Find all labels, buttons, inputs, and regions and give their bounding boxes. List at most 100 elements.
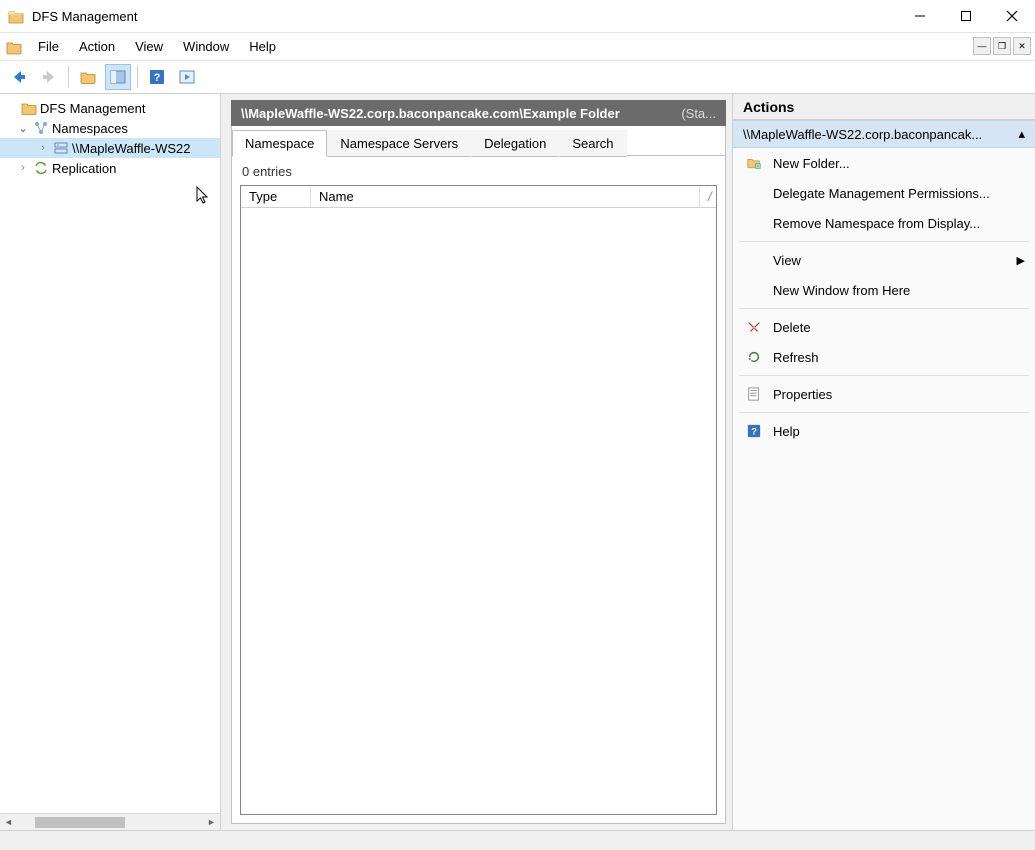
- action-separator: [739, 375, 1029, 376]
- mdi-controls: — ❐ ✕: [973, 37, 1031, 55]
- window-title: DFS Management: [32, 9, 897, 24]
- menu-file[interactable]: File: [28, 35, 69, 58]
- scroll-left-icon[interactable]: ◄: [0, 814, 17, 831]
- tree-node-label: Namespaces: [52, 121, 128, 136]
- column-name[interactable]: Name: [311, 186, 700, 207]
- mdi-minimize-button[interactable]: —: [973, 37, 991, 55]
- tab-search[interactable]: Search: [559, 130, 626, 157]
- refresh-icon: [745, 348, 763, 366]
- app-folder-icon-small: [6, 39, 22, 55]
- tree-node-label: Replication: [52, 161, 116, 176]
- action-remove-namespace[interactable]: Remove Namespace from Display...: [733, 208, 1035, 238]
- action-label: New Window from Here: [773, 283, 910, 298]
- list-header: Type Name /: [241, 186, 716, 208]
- new-folder-icon: [745, 154, 763, 172]
- entries-count-label: 0 entries: [242, 164, 717, 179]
- action-label: Delegate Management Permissions...: [773, 186, 990, 201]
- menu-window[interactable]: Window: [173, 35, 239, 58]
- tree-node-label: \\MapleWaffle-WS22: [72, 141, 191, 156]
- menu-view[interactable]: View: [125, 35, 173, 58]
- action-delegate[interactable]: Delegate Management Permissions...: [733, 178, 1035, 208]
- action-refresh[interactable]: Refresh: [733, 342, 1035, 372]
- action-separator: [739, 241, 1029, 242]
- collapse-icon[interactable]: ⌄: [16, 122, 30, 135]
- namespaces-icon: [33, 120, 49, 136]
- main-area: DFS Management ⌄ Namespaces › \\MapleWaf…: [0, 94, 1035, 830]
- status-bar: [0, 830, 1035, 850]
- dfs-root-icon: [21, 100, 37, 116]
- column-filler: /: [700, 186, 716, 207]
- delete-icon: [745, 318, 763, 336]
- tree-node-label: DFS Management: [40, 101, 146, 116]
- menu-action[interactable]: Action: [69, 35, 125, 58]
- action-label: Properties: [773, 387, 832, 402]
- column-type[interactable]: Type: [241, 186, 311, 207]
- close-button[interactable]: [989, 0, 1035, 32]
- tab-namespace[interactable]: Namespace: [232, 130, 327, 157]
- action-label: Delete: [773, 320, 811, 335]
- collapse-triangle-icon: ▴: [1018, 126, 1025, 142]
- title-bar: DFS Management: [0, 0, 1035, 32]
- list-body[interactable]: [241, 208, 716, 814]
- help-icon: ?: [745, 422, 763, 440]
- action-view[interactable]: View ▶: [733, 245, 1035, 275]
- help-toolbar-button[interactable]: ?: [144, 64, 170, 90]
- center-pane: \\MapleWaffle-WS22.corp.baconpancake.com…: [221, 94, 732, 830]
- action-separator: [739, 412, 1029, 413]
- action-label: Refresh: [773, 350, 819, 365]
- window-controls: [897, 0, 1035, 32]
- svg-text:?: ?: [751, 427, 757, 438]
- toolbar-separator: [68, 66, 69, 88]
- toolbar: ?: [0, 60, 1035, 94]
- tab-delegation[interactable]: Delegation: [471, 130, 559, 157]
- actions-context-header[interactable]: \\MapleWaffle-WS22.corp.baconpancak... ▴: [733, 120, 1035, 148]
- tree-node-replication[interactable]: › Replication: [0, 158, 220, 178]
- server-icon: [53, 140, 69, 156]
- mdi-restore-button[interactable]: ❐: [993, 37, 1011, 55]
- tree-node-server[interactable]: › \\MapleWaffle-WS22: [0, 138, 220, 158]
- nav-forward-button[interactable]: [36, 64, 62, 90]
- tab-namespace-servers[interactable]: Namespace Servers: [327, 130, 471, 157]
- action-label: Help: [773, 424, 800, 439]
- action-label: New Folder...: [773, 156, 850, 171]
- action-separator: [739, 308, 1029, 309]
- folder-button[interactable]: [75, 64, 101, 90]
- maximize-button[interactable]: [943, 0, 989, 32]
- toolbar-separator: [137, 66, 138, 88]
- action-delete[interactable]: Delete: [733, 312, 1035, 342]
- list-view[interactable]: Type Name /: [240, 185, 717, 815]
- actions-context-label: \\MapleWaffle-WS22.corp.baconpancak...: [743, 127, 982, 142]
- tree-view[interactable]: DFS Management ⌄ Namespaces › \\MapleWaf…: [0, 94, 220, 813]
- center-header-title: \\MapleWaffle-WS22.corp.baconpancake.com…: [241, 106, 671, 121]
- preview-pane-button[interactable]: [174, 64, 200, 90]
- console-tree-toggle-button[interactable]: [105, 64, 131, 90]
- submenu-arrow-icon: ▶: [1017, 254, 1025, 267]
- properties-icon: [745, 385, 763, 403]
- actions-title: Actions: [733, 94, 1035, 120]
- action-properties[interactable]: Properties: [733, 379, 1035, 409]
- tree-pane: DFS Management ⌄ Namespaces › \\MapleWaf…: [0, 94, 221, 830]
- action-label: View: [773, 253, 801, 268]
- replication-icon: [33, 160, 49, 176]
- tree-node-root[interactable]: DFS Management: [0, 98, 220, 118]
- action-new-window[interactable]: New Window from Here: [733, 275, 1035, 305]
- minimize-button[interactable]: [897, 0, 943, 32]
- svg-text:?: ?: [154, 72, 161, 84]
- expand-icon[interactable]: ›: [36, 142, 50, 154]
- actions-pane: Actions \\MapleWaffle-WS22.corp.baconpan…: [732, 94, 1035, 830]
- scroll-thumb[interactable]: [35, 817, 125, 828]
- expand-icon[interactable]: ›: [16, 162, 30, 174]
- action-new-folder[interactable]: New Folder...: [733, 148, 1035, 178]
- horizontal-scrollbar[interactable]: ◄ ►: [0, 813, 220, 830]
- center-header-status: (Sta...: [681, 106, 716, 121]
- tree-node-namespaces[interactable]: ⌄ Namespaces: [0, 118, 220, 138]
- scroll-right-icon[interactable]: ►: [203, 814, 220, 831]
- tabs-row: Namespace Namespace Servers Delegation S…: [231, 126, 726, 156]
- menu-help[interactable]: Help: [239, 35, 286, 58]
- nav-back-button[interactable]: [6, 64, 32, 90]
- menu-bar: File Action View Window Help — ❐ ✕: [0, 32, 1035, 60]
- tab-body: 0 entries Type Name /: [231, 156, 726, 824]
- center-header: \\MapleWaffle-WS22.corp.baconpancake.com…: [231, 100, 726, 126]
- mdi-close-button[interactable]: ✕: [1013, 37, 1031, 55]
- action-help[interactable]: ? Help: [733, 416, 1035, 446]
